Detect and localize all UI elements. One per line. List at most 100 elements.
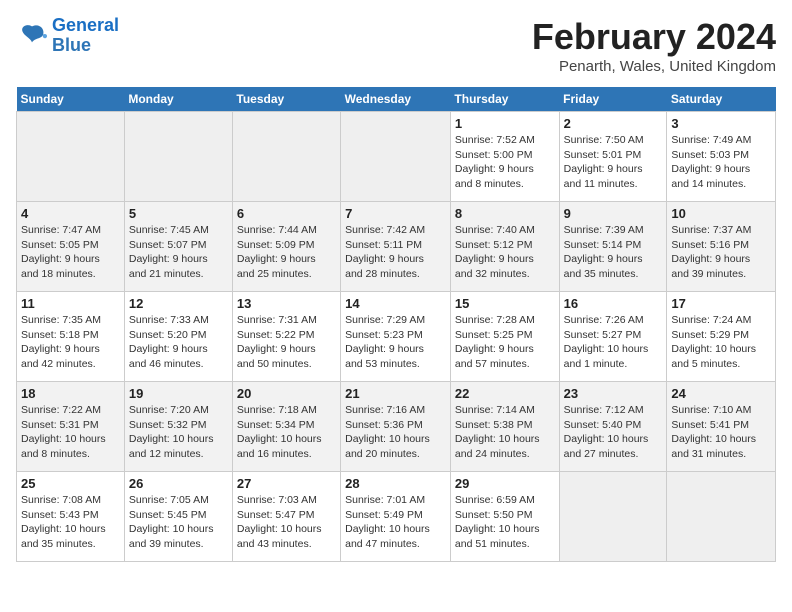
day-number: 17 bbox=[671, 296, 771, 311]
day-info: Sunrise: 7:16 AM Sunset: 5:36 PM Dayligh… bbox=[345, 403, 446, 462]
calendar-title: February 2024 bbox=[532, 16, 776, 58]
calendar-day-2: 2Sunrise: 7:50 AM Sunset: 5:01 PM Daylig… bbox=[559, 112, 667, 202]
calendar-week-4: 18 Sunrise: 7:22 AM Sunset: 5:31 PM Dayli… bbox=[17, 382, 776, 472]
calendar-day-24: 24 Sunrise: 7:10 AM Sunset: 5:41 PM Dayli… bbox=[667, 382, 776, 472]
day-info: Sunrise: 7:40 AM Sunset: 5:12 PM Dayligh… bbox=[455, 223, 555, 282]
calendar-week-1: 1 Sunrise: 7:52 AM Sunset: 5:00 PM Daylig… bbox=[17, 112, 776, 202]
calendar-day-18: 18 Sunrise: 7:22 AM Sunset: 5:31 PM Dayli… bbox=[17, 382, 125, 472]
calendar-empty-cell bbox=[667, 472, 776, 562]
calendar-day-6: 6 Sunrise: 7:44 AM Sunset: 5:09 PM Daylig… bbox=[232, 202, 340, 292]
day-info: Sunrise: 7:45 AM Sunset: 5:07 PM Dayligh… bbox=[129, 223, 228, 282]
weekday-header-sunday: Sunday bbox=[17, 87, 125, 112]
page-header: General Blue February 2024 Penarth, Wale… bbox=[16, 16, 776, 75]
calendar-day-1: 1 Sunrise: 7:52 AM Sunset: 5:00 PM Daylig… bbox=[450, 112, 559, 202]
calendar-day-15: 15 Sunrise: 7:28 AM Sunset: 5:25 PM Dayli… bbox=[450, 292, 559, 382]
day-info: Sunrise: 7:20 AM Sunset: 5:32 PM Dayligh… bbox=[129, 403, 228, 462]
day-info: Sunrise: 7:29 AM Sunset: 5:23 PM Dayligh… bbox=[345, 313, 446, 372]
day-info: Sunrise: 7:18 AM Sunset: 5:34 PM Dayligh… bbox=[237, 403, 336, 462]
logo-text: General Blue bbox=[52, 16, 119, 56]
day-info: Sunrise: 7:47 AM Sunset: 5:05 PM Dayligh… bbox=[21, 223, 120, 282]
calendar-day-29: 29 Sunrise: 6:59 AM Sunset: 5:50 PM Dayli… bbox=[450, 472, 559, 562]
day-info: Sunrise: 7:49 AM Sunset: 5:03 PM Dayligh… bbox=[671, 133, 771, 192]
day-number: 26 bbox=[129, 476, 228, 491]
day-info: Sunrise: 7:50 AM Sunset: 5:01 PM Dayligh… bbox=[564, 133, 663, 192]
day-info: Sunrise: 7:52 AM Sunset: 5:00 PM Dayligh… bbox=[455, 133, 555, 192]
calendar-table: SundayMondayTuesdayWednesdayThursdayFrid… bbox=[16, 87, 776, 562]
day-number: 24 bbox=[671, 386, 771, 401]
day-number: 28 bbox=[345, 476, 446, 491]
day-number: 20 bbox=[237, 386, 336, 401]
calendar-week-5: 25Sunrise: 7:08 AM Sunset: 5:43 PM Dayli… bbox=[17, 472, 776, 562]
day-number: 22 bbox=[455, 386, 555, 401]
logo-line2: Blue bbox=[52, 35, 91, 55]
day-info: Sunrise: 7:35 AM Sunset: 5:18 PM Dayligh… bbox=[21, 313, 120, 372]
weekday-header-row: SundayMondayTuesdayWednesdayThursdayFrid… bbox=[17, 87, 776, 112]
calendar-day-11: 11 Sunrise: 7:35 AM Sunset: 5:18 PM Dayli… bbox=[17, 292, 125, 382]
calendar-day-22: 22 Sunrise: 7:14 AM Sunset: 5:38 PM Dayli… bbox=[450, 382, 559, 472]
day-number: 23 bbox=[564, 386, 663, 401]
calendar-day-25: 25Sunrise: 7:08 AM Sunset: 5:43 PM Dayli… bbox=[17, 472, 125, 562]
calendar-day-19: 19 Sunrise: 7:20 AM Sunset: 5:32 PM Dayli… bbox=[124, 382, 232, 472]
day-number: 15 bbox=[455, 296, 555, 311]
day-number: 12 bbox=[129, 296, 228, 311]
weekday-header-saturday: Saturday bbox=[667, 87, 776, 112]
day-number: 29 bbox=[455, 476, 555, 491]
day-info: Sunrise: 7:44 AM Sunset: 5:09 PM Dayligh… bbox=[237, 223, 336, 282]
day-number: 19 bbox=[129, 386, 228, 401]
calendar-empty-cell bbox=[17, 112, 125, 202]
day-number: 5 bbox=[129, 206, 228, 221]
weekday-header-wednesday: Wednesday bbox=[341, 87, 451, 112]
calendar-day-28: 28 Sunrise: 7:01 AM Sunset: 5:49 PM Dayli… bbox=[341, 472, 451, 562]
calendar-day-9: 9Sunrise: 7:39 AM Sunset: 5:14 PM Daylig… bbox=[559, 202, 667, 292]
day-info: Sunrise: 7:12 AM Sunset: 5:40 PM Dayligh… bbox=[564, 403, 663, 462]
day-info: Sunrise: 7:05 AM Sunset: 5:45 PM Dayligh… bbox=[129, 493, 228, 552]
calendar-week-2: 4Sunrise: 7:47 AM Sunset: 5:05 PM Daylig… bbox=[17, 202, 776, 292]
day-number: 16 bbox=[564, 296, 663, 311]
day-info: Sunrise: 7:22 AM Sunset: 5:31 PM Dayligh… bbox=[21, 403, 120, 462]
calendar-week-3: 11 Sunrise: 7:35 AM Sunset: 5:18 PM Dayli… bbox=[17, 292, 776, 382]
weekday-header-friday: Friday bbox=[559, 87, 667, 112]
day-number: 1 bbox=[455, 116, 555, 131]
calendar-day-14: 14Sunrise: 7:29 AM Sunset: 5:23 PM Dayli… bbox=[341, 292, 451, 382]
day-number: 6 bbox=[237, 206, 336, 221]
day-number: 7 bbox=[345, 206, 446, 221]
day-info: Sunrise: 6:59 AM Sunset: 5:50 PM Dayligh… bbox=[455, 493, 555, 552]
calendar-day-16: 16 Sunrise: 7:26 AM Sunset: 5:27 PM Dayli… bbox=[559, 292, 667, 382]
logo-line1: General bbox=[52, 15, 119, 35]
day-number: 25 bbox=[21, 476, 120, 491]
calendar-day-21: 21Sunrise: 7:16 AM Sunset: 5:36 PM Dayli… bbox=[341, 382, 451, 472]
calendar-day-12: 12 Sunrise: 7:33 AM Sunset: 5:20 PM Dayli… bbox=[124, 292, 232, 382]
day-info: Sunrise: 7:28 AM Sunset: 5:25 PM Dayligh… bbox=[455, 313, 555, 372]
day-number: 3 bbox=[671, 116, 771, 131]
title-block: February 2024 Penarth, Wales, United Kin… bbox=[532, 16, 776, 75]
day-number: 18 bbox=[21, 386, 120, 401]
day-number: 10 bbox=[671, 206, 771, 221]
day-info: Sunrise: 7:42 AM Sunset: 5:11 PM Dayligh… bbox=[345, 223, 446, 282]
logo-icon bbox=[16, 20, 48, 52]
day-info: Sunrise: 7:33 AM Sunset: 5:20 PM Dayligh… bbox=[129, 313, 228, 372]
day-number: 27 bbox=[237, 476, 336, 491]
calendar-day-10: 10 Sunrise: 7:37 AM Sunset: 5:16 PM Dayli… bbox=[667, 202, 776, 292]
calendar-day-7: 7 Sunrise: 7:42 AM Sunset: 5:11 PM Daylig… bbox=[341, 202, 451, 292]
day-info: Sunrise: 7:10 AM Sunset: 5:41 PM Dayligh… bbox=[671, 403, 771, 462]
day-info: Sunrise: 7:14 AM Sunset: 5:38 PM Dayligh… bbox=[455, 403, 555, 462]
calendar-day-17: 17 Sunrise: 7:24 AM Sunset: 5:29 PM Dayli… bbox=[667, 292, 776, 382]
weekday-header-tuesday: Tuesday bbox=[232, 87, 340, 112]
calendar-empty-cell bbox=[341, 112, 451, 202]
day-info: Sunrise: 7:26 AM Sunset: 5:27 PM Dayligh… bbox=[564, 313, 663, 372]
calendar-day-4: 4Sunrise: 7:47 AM Sunset: 5:05 PM Daylig… bbox=[17, 202, 125, 292]
calendar-day-13: 13Sunrise: 7:31 AM Sunset: 5:22 PM Dayli… bbox=[232, 292, 340, 382]
day-info: Sunrise: 7:24 AM Sunset: 5:29 PM Dayligh… bbox=[671, 313, 771, 372]
day-info: Sunrise: 7:01 AM Sunset: 5:49 PM Dayligh… bbox=[345, 493, 446, 552]
day-info: Sunrise: 7:31 AM Sunset: 5:22 PM Dayligh… bbox=[237, 313, 336, 372]
day-info: Sunrise: 7:03 AM Sunset: 5:47 PM Dayligh… bbox=[237, 493, 336, 552]
logo: General Blue bbox=[16, 16, 119, 56]
calendar-subtitle: Penarth, Wales, United Kingdom bbox=[532, 58, 776, 75]
day-number: 11 bbox=[21, 296, 120, 311]
calendar-empty-cell bbox=[124, 112, 232, 202]
calendar-day-3: 3 Sunrise: 7:49 AM Sunset: 5:03 PM Daylig… bbox=[667, 112, 776, 202]
calendar-day-20: 20 Sunrise: 7:18 AM Sunset: 5:34 PM Dayli… bbox=[232, 382, 340, 472]
calendar-day-8: 8Sunrise: 7:40 AM Sunset: 5:12 PM Daylig… bbox=[450, 202, 559, 292]
weekday-header-monday: Monday bbox=[124, 87, 232, 112]
day-info: Sunrise: 7:37 AM Sunset: 5:16 PM Dayligh… bbox=[671, 223, 771, 282]
